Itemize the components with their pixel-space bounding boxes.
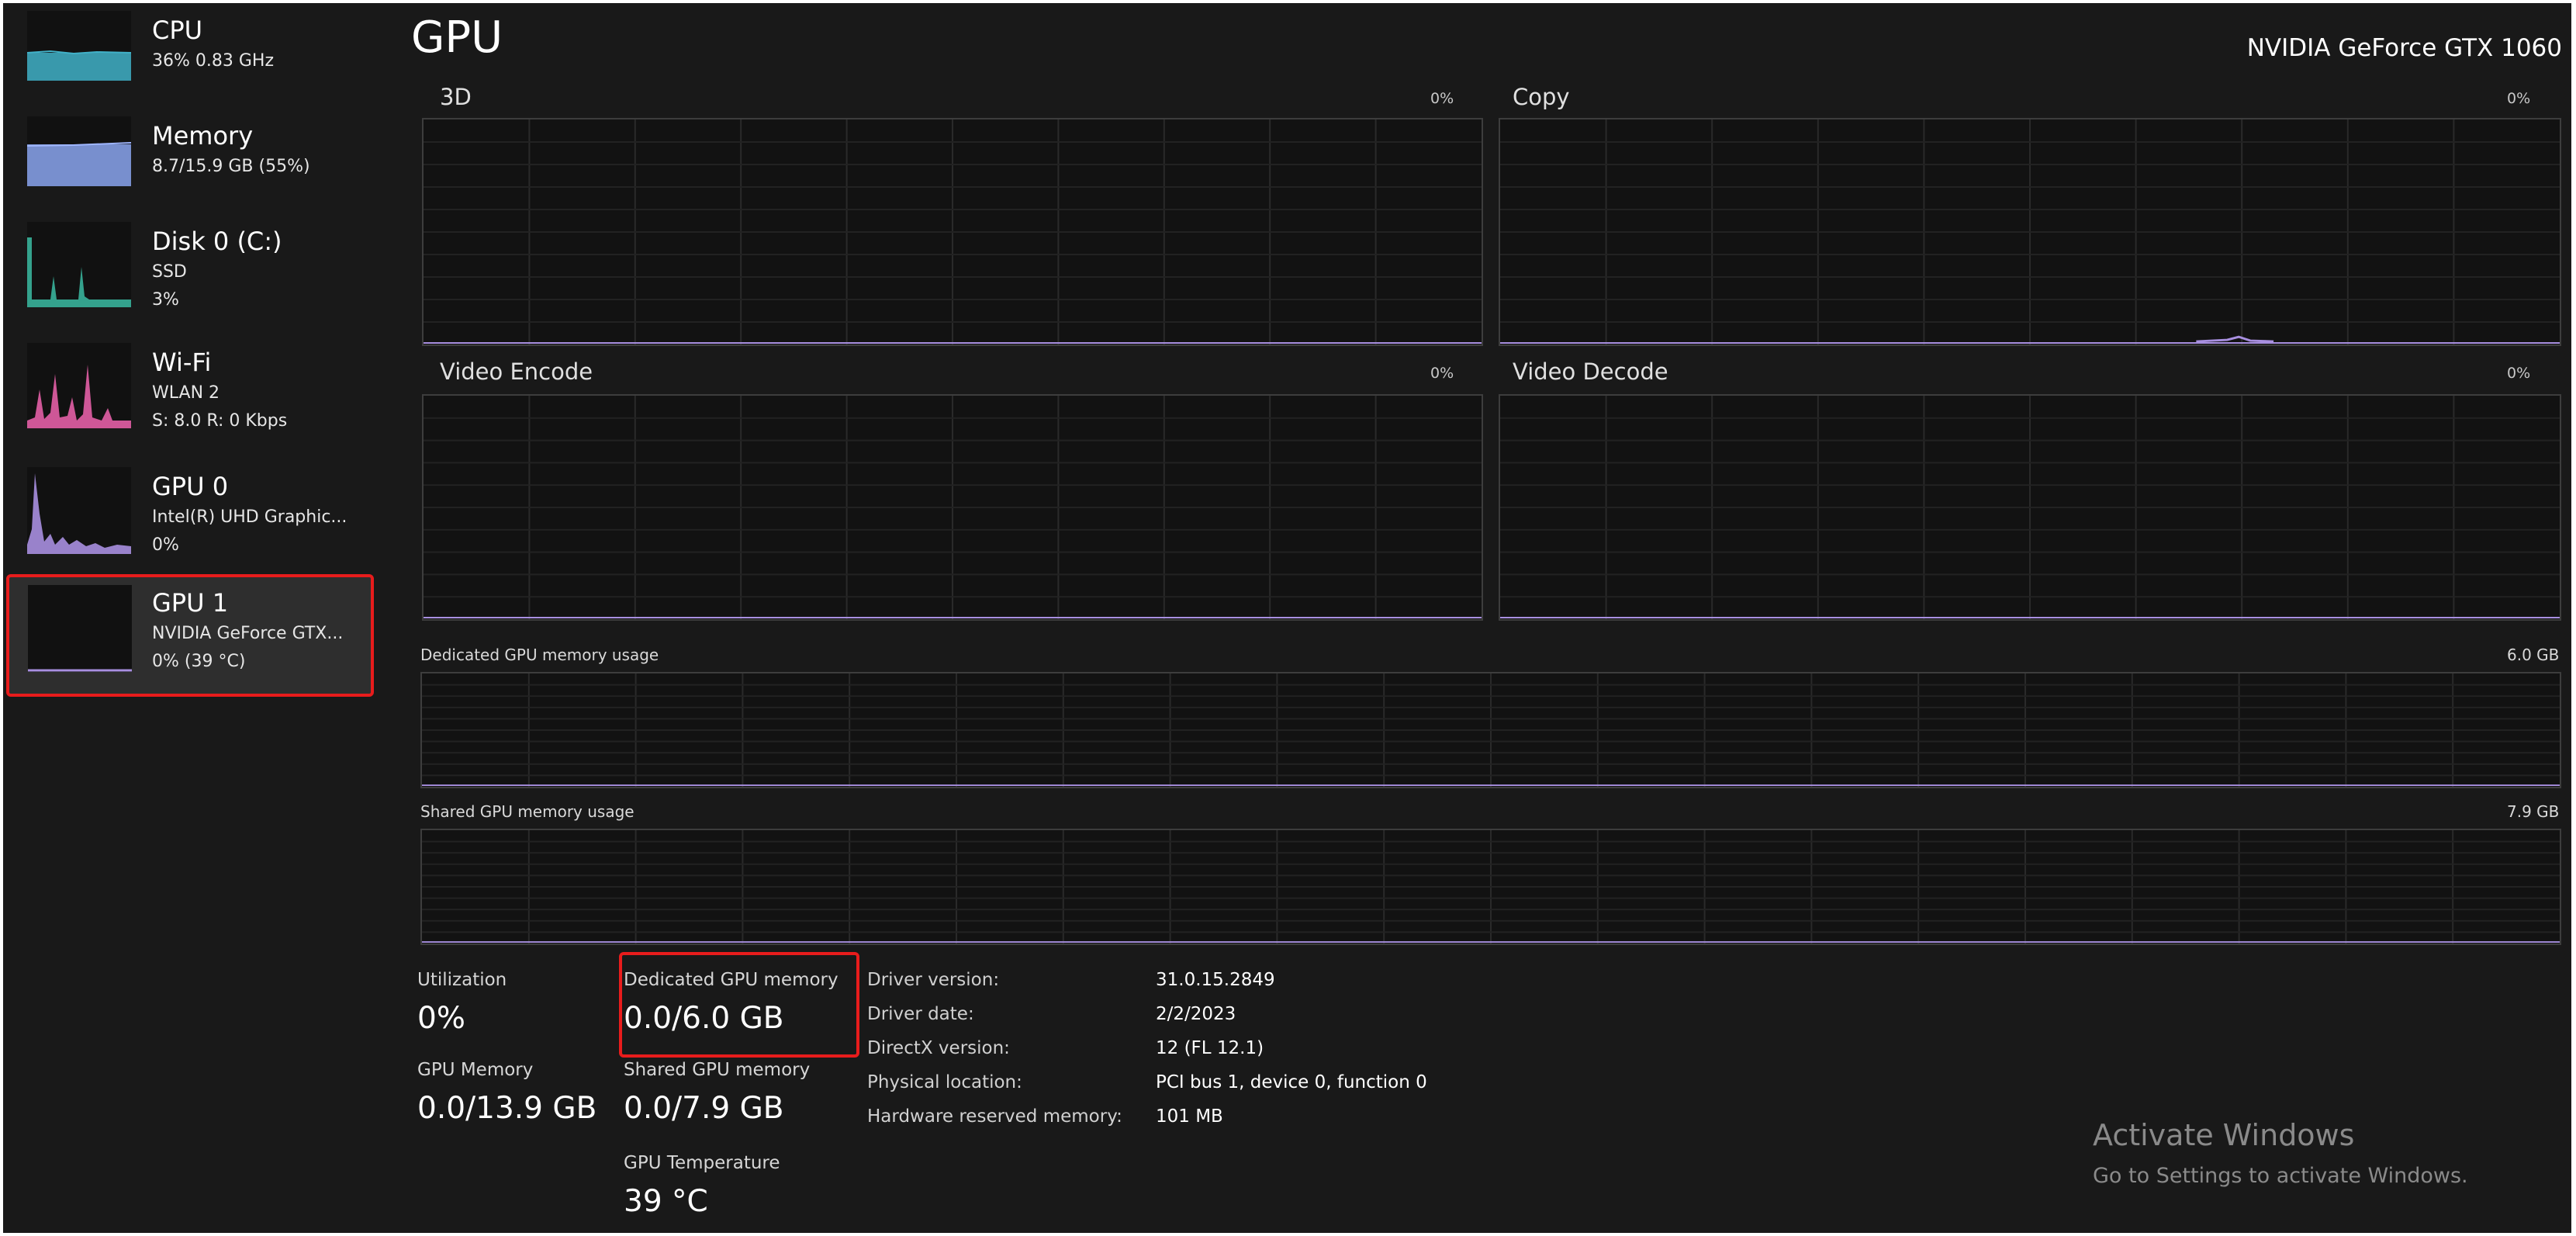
activate-windows-title: Activate Windows <box>2093 1118 2355 1152</box>
sidebar-item-label: GPU 0 <box>152 472 229 501</box>
page-title: GPU <box>411 12 503 63</box>
memory-thumbnail-graph <box>27 116 131 186</box>
physical-location-key: Physical location: <box>867 1072 1022 1092</box>
sidebar-item-cpu[interactable]: CPU 36% 0.83 GHz <box>11 11 365 127</box>
sidebar-item-label: Memory <box>152 121 254 151</box>
directx-version-value: 12 (FL 12.1) <box>1156 1038 1264 1058</box>
sidebar-item-label: GPU 1 <box>152 588 229 618</box>
pane-percent-video-decode: 0% <box>2507 365 2531 382</box>
sidebar-item-gpu1[interactable]: GPU 1 NVIDIA GeForce GTX... 0% (39 °C) <box>6 574 374 697</box>
sidebar-item-detail-2: S: 8.0 R: 0 Kbps <box>152 411 288 431</box>
pane-label-video-encode[interactable]: Video Encode <box>440 358 593 385</box>
gpu-memory-label: GPU Memory <box>417 1060 534 1080</box>
pane-percent-3d: 0% <box>1430 90 1454 107</box>
sidebar-item-detail: WLAN 2 <box>152 383 220 403</box>
gpu-memory-value: 0.0/13.9 GB <box>417 1091 597 1126</box>
shared-memory-usage-label: Shared GPU memory usage <box>420 802 634 821</box>
gpu0-thumbnail-graph <box>27 467 131 554</box>
driver-version-value: 31.0.15.2849 <box>1156 970 1275 990</box>
hardware-reserved-memory-key: Hardware reserved memory: <box>867 1106 1122 1127</box>
shared-memory-label: Shared GPU memory <box>624 1060 811 1080</box>
sidebar-item-gpu0[interactable]: GPU 0 Intel(R) UHD Graphic... 0% <box>11 467 365 583</box>
graph-3d <box>422 118 1483 346</box>
utilization-label: Utilization <box>417 970 507 990</box>
graph-video-decode <box>1499 394 2561 621</box>
shared-memory-value: 0.0/7.9 GB <box>624 1091 784 1126</box>
sidebar-item-wifi[interactable]: Wi-Fi WLAN 2 S: 8.0 R: 0 Kbps <box>11 343 365 459</box>
graph-copy <box>1499 118 2561 346</box>
gpu-temperature-label: GPU Temperature <box>624 1153 780 1173</box>
gpu1-thumbnail-graph <box>28 585 132 672</box>
sidebar-item-detail-2: 0% (39 °C) <box>152 652 246 671</box>
sidebar-item-disk[interactable]: Disk 0 (C:) SSD 3% <box>11 222 365 338</box>
sidebar-item-detail: NVIDIA GeForce GTX... <box>152 624 344 643</box>
driver-date-value: 2/2/2023 <box>1156 1004 1236 1024</box>
disk-thumbnail-graph <box>27 222 131 307</box>
device-name: NVIDIA GeForce GTX 1060 <box>2246 34 2562 62</box>
sidebar-item-detail-2: 0% <box>152 535 179 555</box>
utilization-value: 0% <box>417 1001 465 1036</box>
sidebar-item-memory[interactable]: Memory 8.7/15.9 GB (55%) <box>11 116 365 233</box>
pane-percent-video-encode: 0% <box>1430 365 1454 382</box>
driver-date-key: Driver date: <box>867 1004 974 1024</box>
dedicated-memory-max: 6.0 GB <box>2507 646 2560 664</box>
physical-location-value: PCI bus 1, device 0, function 0 <box>1156 1072 1427 1092</box>
graph-dedicated-memory <box>420 672 2561 788</box>
activate-windows-subtitle: Go to Settings to activate Windows. <box>2093 1164 2468 1188</box>
pane-label-copy[interactable]: Copy <box>1513 84 1570 110</box>
pane-percent-copy: 0% <box>2507 90 2531 107</box>
sidebar-item-detail: 36% 0.83 GHz <box>152 51 275 71</box>
sidebar-item-label: CPU <box>152 16 203 45</box>
cpu-thumbnail-graph <box>27 11 131 81</box>
sidebar-item-detail: Intel(R) UHD Graphic... <box>152 507 348 527</box>
sidebar-item-label: Disk 0 (C:) <box>152 227 282 256</box>
directx-version-key: DirectX version: <box>867 1038 1010 1058</box>
sidebar-item-detail-2: 3% <box>152 290 179 310</box>
pane-label-video-decode[interactable]: Video Decode <box>1513 358 1668 385</box>
sidebar-item-label: Wi-Fi <box>152 348 212 377</box>
graph-video-encode <box>422 394 1483 621</box>
dedicated-memory-usage-label: Dedicated GPU memory usage <box>420 646 659 664</box>
sidebar-item-detail: 8.7/15.9 GB (55%) <box>152 157 310 176</box>
wifi-thumbnail-graph <box>27 343 131 428</box>
pane-label-3d[interactable]: 3D <box>440 84 472 110</box>
driver-version-key: Driver version: <box>867 970 1000 990</box>
task-manager-window: CPU 36% 0.83 GHz Memory 8.7/15.9 GB (55%… <box>3 3 2571 1233</box>
sidebar-item-detail: SSD <box>152 262 187 282</box>
gpu-temperature-value: 39 °C <box>624 1184 708 1219</box>
graph-shared-memory <box>420 829 2561 945</box>
shared-memory-max: 7.9 GB <box>2507 802 2560 821</box>
hardware-reserved-memory-value: 101 MB <box>1156 1106 1223 1127</box>
dedicated-memory-highlight-box <box>619 952 859 1058</box>
